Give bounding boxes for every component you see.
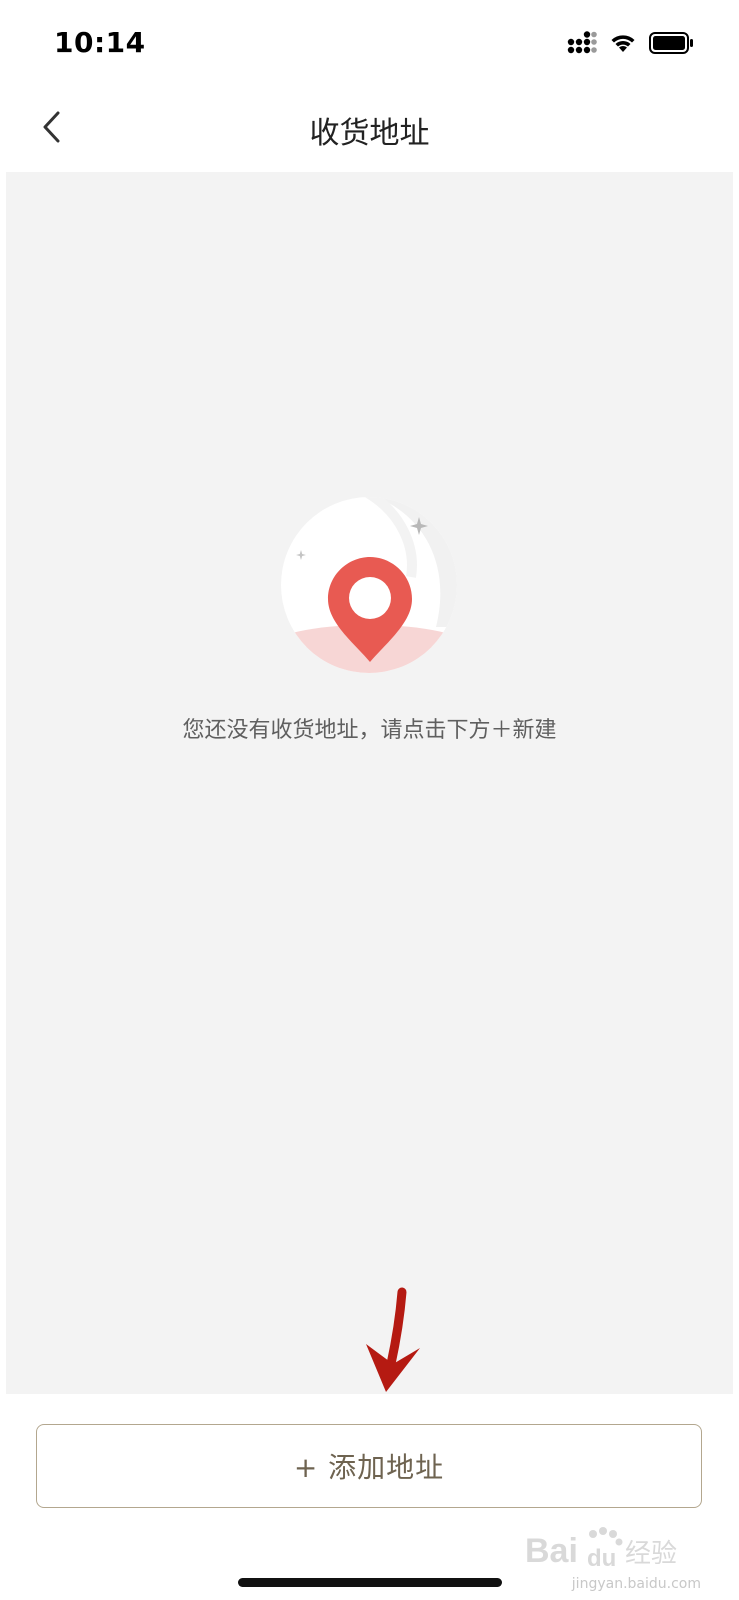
status-icons: [567, 30, 695, 60]
baidu-watermark-logo: Bai du 经验: [525, 1522, 695, 1578]
empty-state-message: 您还没有收货地址，请点击下方＋新建: [182, 718, 557, 743]
add-address-button[interactable]: + 添加地址: [36, 1424, 702, 1508]
battery-icon: [649, 31, 695, 59]
page-title: 收货地址: [309, 116, 430, 151]
nav-bar: 收货地址: [0, 90, 739, 172]
cellular-signal-icon: [567, 31, 597, 59]
watermark-brand: Bai: [525, 1532, 578, 1570]
watermark-url: jingyan.baidu.com: [571, 1576, 701, 1592]
status-bar: 10:14: [0, 0, 739, 90]
status-time: 10:14: [54, 26, 146, 59]
add-address-button-label: + 添加地址: [293, 1451, 445, 1484]
annotation-arrow-icon: [356, 1286, 436, 1396]
watermark-chinese: 经验: [625, 1539, 677, 1569]
screen: 10:14 收货地址 您还没有收货地址，请点击下方＋新建 + 添加地址 Bai …: [0, 0, 739, 1600]
wifi-icon: [609, 32, 637, 58]
watermark-brand-suffix: du: [587, 1545, 616, 1572]
home-indicator: [238, 1578, 502, 1587]
location-pin-icon: [276, 497, 466, 687]
address-list-area: 您还没有收货地址，请点击下方＋新建: [6, 172, 733, 1394]
